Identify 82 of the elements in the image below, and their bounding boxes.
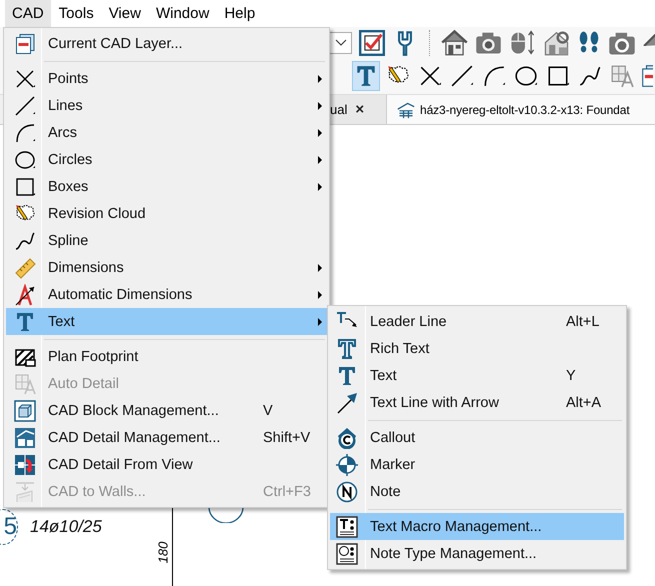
dimension-arrow-icon bbox=[14, 284, 36, 306]
layer-sheet-icon bbox=[14, 32, 36, 54]
menu-item[interactable]: CAD Detail From View bbox=[6, 451, 327, 478]
menu-title[interactable]: Window bbox=[148, 0, 216, 27]
cube-icon bbox=[14, 400, 36, 422]
chevron-down-icon bbox=[335, 36, 347, 48]
ellipse-icon bbox=[514, 64, 538, 88]
menu-item[interactable]: Text bbox=[6, 308, 327, 335]
x-icon bbox=[14, 68, 36, 90]
menu-item[interactable]: Boxes bbox=[6, 173, 327, 200]
shortcut-text: Alt+L bbox=[566, 314, 600, 330]
menu-item[interactable]: Text Y bbox=[330, 362, 624, 389]
x-icon bbox=[418, 64, 442, 88]
detail-icon bbox=[610, 64, 634, 88]
menu-title[interactable]: View bbox=[102, 0, 148, 27]
roof-plan-icon bbox=[397, 100, 415, 118]
dimension-label: 180 bbox=[155, 542, 170, 564]
menu-item[interactable]: Callout bbox=[330, 424, 624, 451]
submenu-arrow-icon bbox=[318, 318, 322, 326]
check-box-tool-button[interactable] bbox=[359, 30, 385, 56]
text-tool-button[interactable] bbox=[352, 61, 380, 91]
shortcut-text: Y bbox=[566, 368, 577, 384]
submenu-arrow-icon bbox=[318, 156, 322, 164]
menu-item[interactable]: Circles bbox=[6, 146, 327, 173]
shortcut-text: Shift+V bbox=[263, 430, 312, 446]
document-tab[interactable]: ház3-nyereg-eltolt-v10.3.2-x13: Foundat bbox=[387, 95, 655, 124]
submenu-arrow-icon bbox=[318, 182, 322, 190]
menu-title[interactable]: CAD bbox=[5, 0, 51, 27]
drawing-label: 14ø10/25 bbox=[30, 517, 102, 537]
menu-item[interactable]: Spline bbox=[6, 227, 327, 254]
spline-icon bbox=[578, 64, 602, 88]
menu-item[interactable]: Note Type Management... bbox=[330, 540, 624, 567]
menu-item[interactable]: CAD Detail Management... Shift+V bbox=[6, 424, 327, 451]
shortcut-text: V bbox=[263, 402, 274, 418]
menu-item[interactable]: Marker bbox=[330, 451, 624, 478]
menu-item[interactable]: Dimensions bbox=[6, 254, 327, 281]
menu-item[interactable]: Lines bbox=[6, 92, 327, 119]
house-gear-icon bbox=[543, 29, 570, 56]
square-icon bbox=[14, 176, 36, 198]
shortcut-text: Alt+A bbox=[566, 394, 602, 410]
rich-t-icon bbox=[336, 338, 358, 360]
note-circle-icon bbox=[336, 480, 358, 502]
ruler-icon bbox=[14, 256, 36, 278]
spline-icon bbox=[14, 230, 36, 252]
note-type-icon bbox=[336, 542, 358, 564]
menu-item[interactable]: Rich Text bbox=[330, 335, 624, 362]
line-icon bbox=[450, 64, 474, 88]
menu-item[interactable]: Text Line with Arrow Alt+A bbox=[330, 389, 624, 416]
submenu-arrow-icon bbox=[318, 290, 322, 298]
submenu-arrow-icon bbox=[318, 128, 322, 136]
menu-item[interactable]: CAD Block Management... V bbox=[6, 397, 327, 424]
menu-item[interactable]: Revision Cloud bbox=[6, 200, 327, 227]
detail-sheet-icon bbox=[14, 426, 36, 448]
wall-icon bbox=[14, 480, 36, 502]
menu-item[interactable]: Note bbox=[330, 478, 624, 505]
arc-icon bbox=[482, 64, 506, 88]
menu-item[interactable]: Text Macro Management... bbox=[330, 513, 624, 540]
arc-icon bbox=[14, 122, 36, 144]
menu-item[interactable]: Automatic Dimensions bbox=[6, 281, 327, 308]
line-icon bbox=[14, 94, 36, 116]
menu-item[interactable]: Arcs bbox=[6, 119, 327, 146]
shortcut-text: Ctrl+F3 bbox=[263, 484, 312, 500]
ellipse-icon bbox=[14, 148, 36, 170]
close-tab-button[interactable]: × bbox=[355, 101, 364, 118]
menu-title[interactable]: Help bbox=[217, 0, 262, 27]
marker-icon bbox=[336, 454, 358, 476]
submenu-arrow-icon bbox=[318, 102, 322, 110]
macro-icon bbox=[336, 516, 358, 538]
arrow-line-icon bbox=[336, 392, 358, 414]
view-arrow-icon bbox=[14, 454, 36, 476]
layer-dropdown[interactable] bbox=[330, 32, 352, 54]
callout-icon bbox=[336, 426, 358, 448]
menu-item[interactable]: Leader Line Alt+L bbox=[330, 308, 624, 335]
checklist-icon bbox=[359, 30, 385, 56]
menu-title[interactable]: Tools bbox=[52, 0, 101, 27]
submenu-arrow-icon bbox=[318, 74, 322, 82]
square-icon bbox=[546, 64, 570, 88]
callout-marker: 5 bbox=[0, 509, 18, 545]
submenu-arrow-icon bbox=[318, 264, 322, 272]
detail-icon bbox=[14, 372, 36, 394]
menu-item[interactable]: Plan Footprint bbox=[6, 343, 327, 370]
text-t-icon bbox=[336, 364, 358, 386]
